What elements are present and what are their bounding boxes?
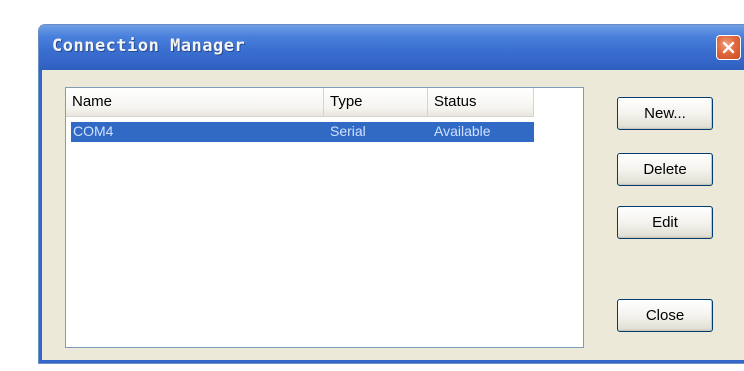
connections-list[interactable]: Name Type Status COM4 Serial Available [65,87,584,348]
list-header: Name Type Status [66,88,534,117]
page: Connection Manager Name Type Status COM4… [0,0,744,371]
new-button[interactable]: New... [617,97,713,130]
column-header-name[interactable]: Name [66,88,324,117]
close-icon [722,41,735,54]
close-button[interactable]: Close [617,299,713,332]
list-row-com4[interactable]: COM4 Serial Available [71,122,534,142]
cell-status: Available [434,123,491,139]
dialog-body: Name Type Status COM4 Serial Available N… [39,70,744,363]
column-header-status[interactable]: Status [428,88,534,117]
title-bar[interactable]: Connection Manager [39,25,744,70]
window-title: Connection Manager [52,36,246,56]
column-header-type[interactable]: Type [324,88,428,117]
edit-button[interactable]: Edit [617,206,713,239]
delete-button[interactable]: Delete [617,153,713,186]
cell-type: Serial [330,123,366,139]
close-window-button[interactable] [716,35,741,60]
cell-name: COM4 [73,123,114,139]
connection-manager-dialog: Connection Manager Name Type Status COM4… [38,24,744,364]
